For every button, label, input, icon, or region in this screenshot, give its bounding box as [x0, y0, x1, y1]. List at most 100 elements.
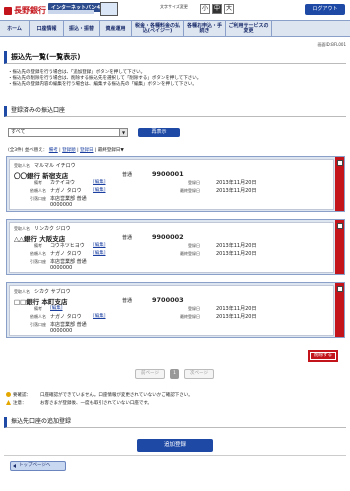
nav-home[interactable]: ホーム — [0, 21, 30, 37]
edit-requester-link[interactable]: [編集] — [93, 187, 106, 193]
logout-button[interactable]: ログアウト — [305, 4, 345, 15]
requester-label: 依頼人名 — [30, 188, 46, 193]
remark-label: 備考 — [34, 180, 42, 185]
nav-account-info[interactable]: 口座情報 — [30, 21, 64, 37]
filter-select[interactable]: すべて ▼ — [8, 128, 128, 137]
requester-label: 依頼人名 — [30, 251, 46, 256]
account-number: 9900002 — [152, 233, 184, 241]
divider — [4, 455, 346, 456]
registered-date: 2013年11月20日 — [216, 306, 257, 312]
legend-key: 注意： — [13, 401, 27, 406]
card-select-bar — [335, 220, 344, 274]
card-select-bar — [335, 157, 344, 211]
remark-label: 備考 — [34, 243, 42, 248]
screen-id: 画面ID:BFL001 — [317, 42, 346, 47]
next-page-button[interactable]: 次ページ — [184, 369, 214, 379]
last-used-date: 2013年11月20日 — [216, 251, 257, 257]
last-used-label: 最終登録日 — [180, 251, 200, 256]
nav-applications[interactable]: 各種お申込・手続き — [184, 21, 226, 37]
global-nav: ホーム 口座情報 振込・振替 資産運用 税金・各種料金の払込(ペイジー) 各種お… — [0, 20, 350, 37]
remark-label: 備考 — [34, 306, 42, 311]
edit-remark-link[interactable]: [編集] — [93, 242, 106, 248]
withdraw-number: 0000000 — [50, 328, 73, 334]
sort-by-date[interactable]: 登録日 — [80, 148, 94, 153]
last-used-date: 2013年11月20日 — [216, 188, 257, 194]
nav-transfer[interactable]: 振込・振替 — [64, 21, 100, 37]
account-number: 9700003 — [152, 296, 184, 304]
delete-button[interactable]: 削除する — [308, 350, 338, 362]
legend-text: お客さまが登録後、一度も取引されていない口座です。 — [40, 401, 152, 406]
add-registration-button[interactable]: 追加登録 — [137, 439, 213, 452]
font-medium-button[interactable]: 中 — [212, 4, 222, 14]
withdraw-label: 引落口座 — [30, 322, 46, 327]
recipient-label: 受取人名 — [14, 163, 30, 168]
remark-value: カテイヨウ — [50, 180, 76, 186]
recipient-name: リンカク ジロウ — [34, 226, 71, 232]
page-title: 振込先一覧(一覧表示) — [4, 51, 346, 64]
account-number: 9900001 — [152, 170, 184, 178]
sort-bar: (全3件) 並べ替え： 備考 | 登録順 | 登録日 | 最終登録日▼ — [8, 148, 124, 153]
last-used-label: 最終登録日 — [180, 188, 200, 193]
bank-logo-icon — [4, 6, 12, 15]
withdraw-number: 0000000 — [50, 202, 73, 208]
result-count: (全3件) — [8, 148, 24, 153]
warning-circle-icon — [6, 392, 11, 397]
account-type: 普通 — [122, 298, 133, 304]
caution-triangle-icon — [6, 400, 11, 405]
account-card: 受取人名 リンカク ジロウ △△銀行 大阪支店 普通 9900002 備考 コウ… — [6, 219, 345, 275]
legend-text: 口座確認ができていません。口座情報が変更されていないかご確認下さい。 — [40, 393, 193, 398]
registered-date: 2013年11月20日 — [216, 180, 257, 186]
prev-page-button[interactable]: 前ページ — [135, 369, 165, 379]
font-size-label: 文字サイズ変更 — [160, 4, 188, 9]
requester-name: ナガノ タロウ — [50, 188, 82, 194]
withdraw-number: 0000000 — [50, 265, 73, 271]
legend-key: 要確認： — [13, 393, 31, 398]
edit-requester-link[interactable]: [編集] — [93, 313, 106, 319]
recipient-label: 受取人名 — [14, 226, 30, 231]
nav-payment[interactable]: 税金・各種料金の払込(ペイジー) — [132, 21, 184, 37]
legend-caution: 注意： お客さまが登録後、一度も取引されていない口座です。 — [6, 400, 152, 406]
bank-logo[interactable]: 長野銀行 — [4, 5, 46, 16]
withdraw-branch: 本店営業部 普通 — [50, 196, 87, 202]
select-checkbox[interactable] — [337, 223, 343, 229]
chevron-down-icon: ▼ — [119, 129, 127, 136]
last-used-label: 最終登録日 — [180, 314, 200, 319]
account-card-body: 受取人名 マルマル イチロウ 〇〇銀行 新宿支店 普通 9900001 備考 カ… — [9, 159, 334, 210]
sort-by-order[interactable]: 登録順 — [62, 148, 76, 153]
legend-needs-check: 要確認： 口座確認ができていません。口座情報が変更されていないかご確認下さい。 — [6, 392, 193, 398]
top-page-button[interactable]: トップページへ — [10, 461, 66, 471]
requester-name: ナガノ タロウ — [50, 314, 82, 320]
delete-button-label: 削除する — [311, 353, 335, 359]
requester-label: 依頼人名 — [30, 314, 46, 319]
select-checkbox[interactable] — [337, 286, 343, 292]
withdraw-branch: 本店営業部 普通 — [50, 322, 87, 328]
recipient-label: 受取人名 — [14, 289, 30, 294]
sort-by-remark[interactable]: 備考 — [49, 148, 58, 153]
account-card: 受取人名 シカク サブロウ □□銀行 本町支店 普通 9700003 備考 [編… — [6, 282, 345, 338]
header: 長野銀行 インターネットバンキング 文字サイズ変更 小 中 大 ログアウト — [0, 0, 350, 20]
account-type: 普通 — [122, 172, 133, 178]
instruction-line: ・振込先の登録内容の編集を行う場合は、編集する振込先の「編集」ボタンを押して下さ… — [8, 82, 197, 87]
registered-label: 登録日 — [188, 306, 200, 311]
font-large-button[interactable]: 大 — [224, 4, 234, 14]
select-checkbox[interactable] — [337, 160, 343, 166]
edit-remark-link[interactable]: [編集] — [50, 305, 63, 311]
registered-section-title: 登録済みの振込口座 — [4, 106, 346, 117]
edit-remark-link[interactable]: [編集] — [93, 179, 106, 185]
nav-service-change[interactable]: ご利用サービスの変更 — [226, 21, 272, 37]
current-page: 1 — [170, 369, 179, 379]
sort-label: 並べ替え： — [24, 148, 48, 153]
redisplay-button[interactable]: 再表示 — [138, 128, 180, 137]
registered-label: 登録日 — [188, 180, 200, 185]
instructions: ・振込先の登録を行う場合は、「追加登録」ボタンを押して下さい。 ・振込先の削除を… — [8, 70, 201, 88]
edit-requester-link[interactable]: [編集] — [93, 250, 106, 256]
account-card-body: 受取人名 リンカク ジロウ △△銀行 大阪支店 普通 9900002 備考 コウ… — [9, 222, 334, 273]
requester-name: ナガノ タロウ — [50, 251, 82, 257]
font-small-button[interactable]: 小 — [200, 4, 210, 14]
monitor-icon — [100, 2, 118, 16]
withdraw-branch: 本店営業部 普通 — [50, 259, 87, 265]
nav-investment[interactable]: 資産運用 — [100, 21, 132, 37]
sort-by-last-date[interactable]: 最終登録日▼ — [98, 148, 124, 153]
account-type: 普通 — [122, 235, 133, 241]
remark-value: コウネツヒヨウ — [50, 243, 85, 249]
